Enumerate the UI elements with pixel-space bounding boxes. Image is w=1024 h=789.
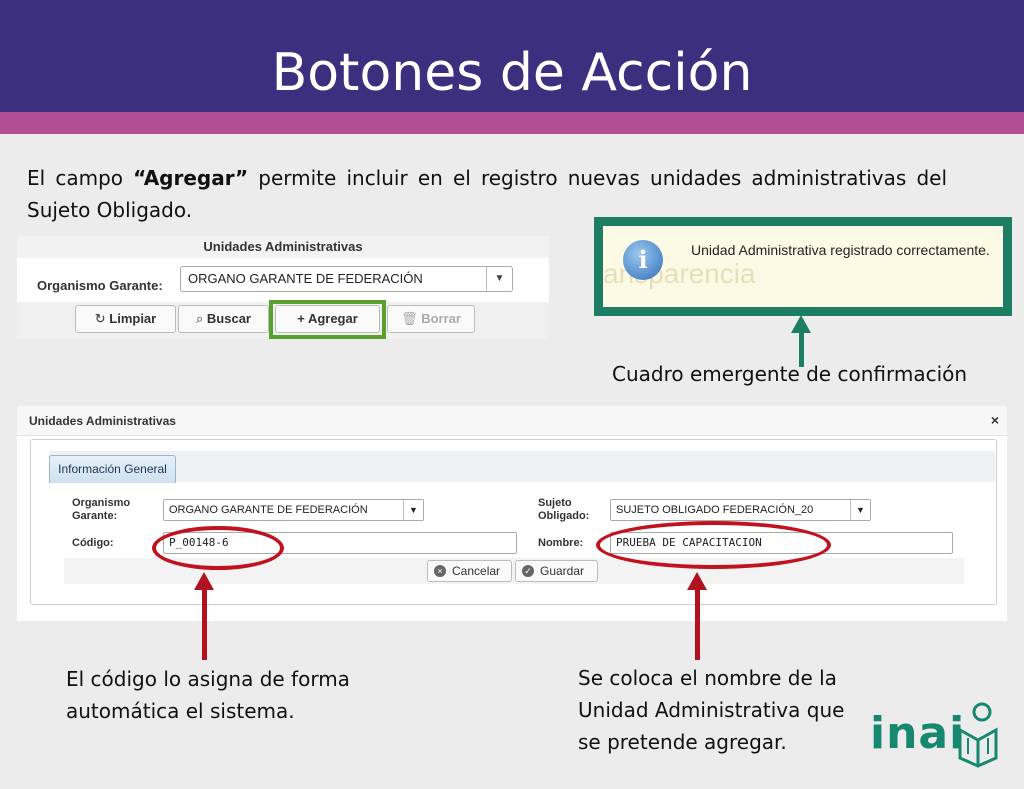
tab-informacion-general[interactable]: Información General — [49, 455, 176, 483]
nombre-arrow-shaft — [695, 588, 700, 660]
codigo-label: Código: — [72, 537, 114, 549]
intro-before: El campo — [27, 166, 134, 190]
close-icon[interactable]: × — [991, 412, 999, 428]
nombre-caption-line3: se pretende agregar. — [578, 730, 787, 754]
cancel-icon: × — [434, 565, 446, 577]
codigo-caption-line2: automática el sistema. — [66, 699, 295, 723]
nombre-caption-line1: Se coloca el nombre de la — [578, 666, 837, 690]
codigo-arrow-shaft — [202, 588, 207, 660]
codigo-caption-line1: El código lo asigna de forma — [66, 667, 350, 691]
trash-icon: 🗑 — [401, 311, 422, 326]
search-form: Unidades Administrativas Organismo Garan… — [17, 236, 549, 339]
save-label: Guardar — [540, 564, 585, 578]
organismo-select-value: ORGANO GARANTE DE FEDERACIÓN — [188, 271, 423, 286]
chevron-down-icon: ▼ — [403, 500, 423, 520]
chevron-down-icon: ▼ — [486, 267, 512, 291]
sujeto-field-value: SUJETO OBLIGADO FEDERACIÓN_20 — [616, 504, 814, 516]
limpiar-button[interactable]: ↻ Limpiar — [75, 305, 176, 333]
logo-text: inai — [870, 708, 966, 759]
borrar-button[interactable]: 🗑 Borrar — [387, 305, 475, 333]
limpiar-label: Limpiar — [109, 311, 157, 326]
organismo-field[interactable]: ORGANO GARANTE DE FEDERACIÓN ▼ — [163, 499, 424, 521]
nombre-caption-line2: Unidad Administrativa que — [578, 698, 845, 722]
nombre-highlight-ellipse — [596, 521, 831, 569]
tab-bar — [49, 451, 995, 482]
organismo-label-line1: Organismo — [72, 497, 131, 509]
title-stripe — [0, 112, 1024, 134]
organismo-select[interactable]: ORGANO GARANTE DE FEDERACIÓN ▼ — [180, 266, 513, 292]
agregar-highlight — [269, 300, 386, 339]
sujeto-label-line1: Sujeto — [538, 497, 572, 509]
chevron-down-icon: ▼ — [850, 500, 870, 520]
confirmation-popup: ansparencia i Unidad Administrativa regi… — [594, 217, 1012, 316]
inai-logo: inai — [870, 702, 1000, 768]
modal-title: Unidades Administrativas — [17, 406, 1007, 436]
buscar-button[interactable]: ⌕ Buscar — [178, 305, 269, 333]
sujeto-label-line2: Obligado: — [538, 510, 590, 522]
nombre-caption: Se coloca el nombre de la Unidad Adminis… — [578, 662, 844, 758]
refresh-icon: ↻ — [94, 311, 110, 326]
popup-caption: Cuadro emergente de confirmación — [612, 362, 968, 386]
add-unit-modal: Unidades Administrativas × Información G… — [17, 406, 1007, 621]
sujeto-field[interactable]: SUJETO OBLIGADO FEDERACIÓN_20 ▼ — [610, 499, 871, 521]
nombre-label: Nombre: — [538, 537, 584, 549]
codigo-caption: El código lo asigna de forma automática … — [66, 663, 350, 727]
buscar-label: Buscar — [206, 311, 251, 326]
organismo-label: Organismo Garante: — [37, 278, 163, 293]
save-button[interactable]: ✓ Guardar — [515, 560, 598, 582]
intro-bold: “Agregar” — [133, 166, 249, 190]
book-person-icon — [958, 702, 998, 768]
check-icon: ✓ — [522, 565, 534, 577]
info-icon: i — [623, 240, 663, 280]
search-icon: ⌕ — [196, 311, 207, 326]
borrar-label: Borrar — [421, 311, 461, 326]
slide-title: Botones de Acción — [271, 43, 753, 103]
organismo-label-line2: Garante: — [72, 510, 118, 522]
popup-body: ansparencia i Unidad Administrativa regi… — [603, 226, 1003, 307]
organismo-field-value: ORGANO GARANTE DE FEDERACIÓN — [169, 504, 368, 516]
form-header: Unidades Administrativas — [17, 236, 549, 258]
cancel-label: Cancelar — [452, 564, 501, 578]
popup-message: Unidad Administrativa registrado correct… — [691, 242, 990, 258]
title-bar: Botones de Acción — [0, 0, 1024, 112]
cancel-button[interactable]: × Cancelar — [427, 560, 512, 582]
codigo-highlight-ellipse — [152, 526, 284, 570]
